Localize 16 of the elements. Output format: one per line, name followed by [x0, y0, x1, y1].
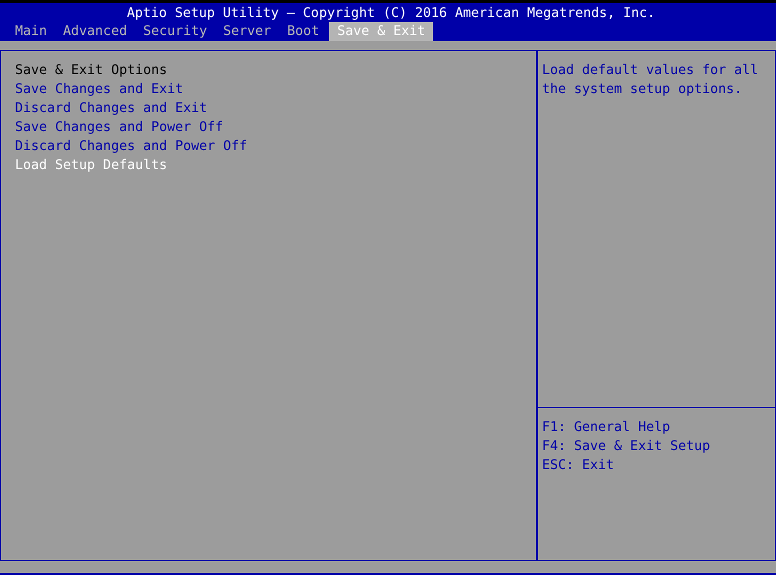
- key-hint: ESC: Exit: [542, 457, 616, 475]
- menu-item[interactable]: Discard Changes and Exit: [15, 99, 208, 118]
- key-hint: F4: Save & Exit Setup: [542, 438, 712, 456]
- menu-item[interactable]: Save Changes and Exit: [15, 80, 184, 99]
- menu-item[interactable]: Load Setup Defaults: [15, 156, 168, 175]
- menu-item[interactable]: Discard Changes and Power Off: [15, 137, 248, 156]
- menu-tab[interactable]: Advanced: [55, 22, 136, 41]
- menu-tab[interactable]: Security: [135, 22, 216, 41]
- menu-tab[interactable]: Main: [7, 22, 56, 41]
- menu-item[interactable]: Save Changes and Power Off: [15, 118, 224, 137]
- menu-tab[interactable]: Server: [215, 22, 280, 41]
- section-heading: Save & Exit Options: [15, 62, 168, 80]
- window-title: Aptio Setup Utility – Copyright (C) 2016 American Megatrends, Inc.: [126, 5, 656, 22]
- help-text: Load default values for all the system setup options.: [541, 62, 760, 99]
- menu-tab[interactable]: Boot: [279, 22, 328, 41]
- key-hint: F1: General Help: [542, 419, 672, 437]
